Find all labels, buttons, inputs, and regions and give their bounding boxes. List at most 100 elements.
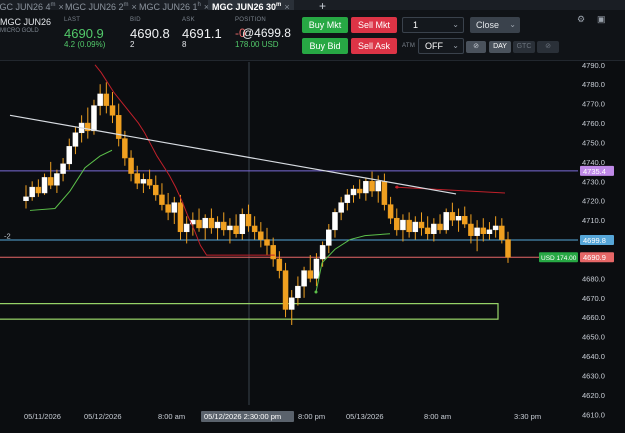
- chevron-down-icon: ⌄: [452, 41, 459, 50]
- position-pnl-tag-label: USD 174.00: [541, 255, 577, 262]
- tab-3[interactable]: MGC JUN26 1h ×: [139, 0, 209, 10]
- y-tick-label: 4680.0: [582, 274, 605, 283]
- close-icon[interactable]: ×: [132, 2, 137, 10]
- candle-body: [301, 270, 307, 287]
- y-tick-label: 4630.0: [582, 371, 605, 380]
- candle-body: [233, 225, 239, 234]
- candle-body: [282, 270, 289, 310]
- tab-timeframe-unit: m: [50, 2, 56, 8]
- tab-timeframe-unit: m: [276, 2, 282, 8]
- candle-body: [140, 179, 147, 184]
- candle-body: [153, 184, 159, 196]
- candle-body: [29, 186, 35, 198]
- candle-body: [183, 223, 190, 233]
- price-chart[interactable]: 4790.0 4780.0 4770.0 4760.0 4750.0 4740.0 4730…: [0, 62, 625, 433]
- candle-body: [264, 239, 270, 246]
- buy-bid-button[interactable]: Buy Bid: [302, 38, 348, 54]
- quantity-select[interactable]: 1 ⌄: [402, 17, 464, 33]
- y-tick-label: 4670.0: [582, 294, 605, 303]
- buy-market-button[interactable]: Buy Mkt: [302, 17, 348, 33]
- y-tick-label: 4760.0: [582, 119, 605, 128]
- candle-body: [196, 219, 202, 229]
- candle-body: [480, 227, 487, 234]
- settings-icon[interactable]: ⚙: [577, 14, 585, 25]
- candle-body: [146, 179, 153, 186]
- link-icon[interactable]: ▣: [597, 14, 606, 25]
- candle-body: [35, 186, 42, 194]
- candle-body: [326, 229, 332, 246]
- close-icon[interactable]: ×: [284, 2, 289, 10]
- close-icon[interactable]: ×: [59, 2, 64, 10]
- last-label: LAST: [64, 17, 81, 23]
- candle-body: [66, 146, 73, 165]
- candle-body: [276, 258, 283, 271]
- candle-body: [424, 227, 431, 234]
- atm-select[interactable]: OFF ⌄: [418, 38, 464, 54]
- candle-body: [356, 188, 363, 194]
- y-tick-label: 4660.0: [582, 313, 605, 322]
- tif-extra-button[interactable]: ⊘: [537, 41, 559, 53]
- candle-body: [369, 181, 375, 192]
- chevron-down-icon: ⌄: [509, 20, 516, 29]
- price-tag-label: 4690.9: [583, 253, 606, 262]
- tab-timeframe-unit: m: [123, 2, 129, 8]
- tif-gtc-button[interactable]: GTC: [513, 41, 535, 53]
- close-position-button[interactable]: Close ⌄: [470, 17, 520, 33]
- candle-body: [406, 219, 412, 233]
- candle-body: [202, 217, 208, 229]
- x-tick-label: 8:00 am: [158, 412, 185, 421]
- ask-size: 8: [182, 40, 187, 49]
- left-marker-label: -2: [4, 232, 11, 241]
- add-tab-button[interactable]: +: [319, 0, 326, 10]
- candle-body: [72, 132, 79, 147]
- candle-body: [319, 245, 326, 260]
- candle-body: [474, 227, 480, 236]
- oco-toggle[interactable]: ⊘: [466, 41, 486, 53]
- atm-value: OFF: [425, 41, 443, 51]
- candle-body: [449, 212, 456, 221]
- candle-body: [134, 173, 140, 184]
- candle-body: [313, 258, 320, 279]
- y-tick-label: 4730.0: [582, 177, 605, 186]
- y-tick-label: 4650.0: [582, 333, 605, 342]
- candle-body: [23, 196, 29, 201]
- candle-body: [350, 188, 357, 196]
- y-tick-label: 4770.0: [582, 100, 605, 109]
- tab-1[interactable]: MGC JUN26 4m×: [0, 0, 64, 10]
- candle-body: [91, 105, 97, 132]
- sell-market-button[interactable]: Sell Mkt: [351, 17, 397, 33]
- candle-body: [431, 223, 437, 234]
- candle-body: [332, 212, 338, 231]
- tab-label: MGC JUN26 2: [65, 2, 124, 10]
- bid-size: 2: [130, 40, 135, 49]
- trailing-stop-green-dot: [314, 290, 318, 294]
- candle-body: [468, 223, 474, 236]
- sell-ask-button[interactable]: Sell Ask: [351, 38, 397, 54]
- candle-body: [270, 245, 276, 260]
- candle-body: [461, 216, 468, 225]
- tab-2[interactable]: MGC JUN26 2m ×: [65, 0, 137, 10]
- symbol-name: MGC JUN26: [0, 17, 52, 27]
- close-label: Close: [476, 20, 500, 30]
- y-tick-label: 4740.0: [582, 158, 605, 167]
- candle-body: [159, 194, 165, 205]
- price-change: 4.2 (0.09%): [64, 40, 106, 49]
- tif-day-button[interactable]: DAY: [489, 41, 511, 53]
- candle-body: [400, 219, 406, 231]
- position-label: POSITION: [235, 17, 267, 23]
- candle-body: [227, 225, 233, 231]
- candle-body: [41, 177, 48, 194]
- candle-body: [97, 93, 103, 106]
- tab-4[interactable]: MGC JUN26 30m ×: [208, 0, 294, 10]
- position-pnl: 178.00 USD: [235, 40, 279, 49]
- candle-body: [122, 138, 128, 159]
- candle-body: [214, 221, 221, 229]
- y-tick-label: 4720.0: [582, 197, 605, 206]
- candle-body: [455, 216, 462, 221]
- quantity-value: 1: [413, 20, 419, 30]
- candle-body: [381, 181, 388, 205]
- tab-label: MGC JUN26 1: [139, 2, 198, 10]
- candle-body: [486, 229, 493, 234]
- candle-body: [258, 231, 264, 240]
- x-tick-label: 05/12/2026: [84, 412, 122, 421]
